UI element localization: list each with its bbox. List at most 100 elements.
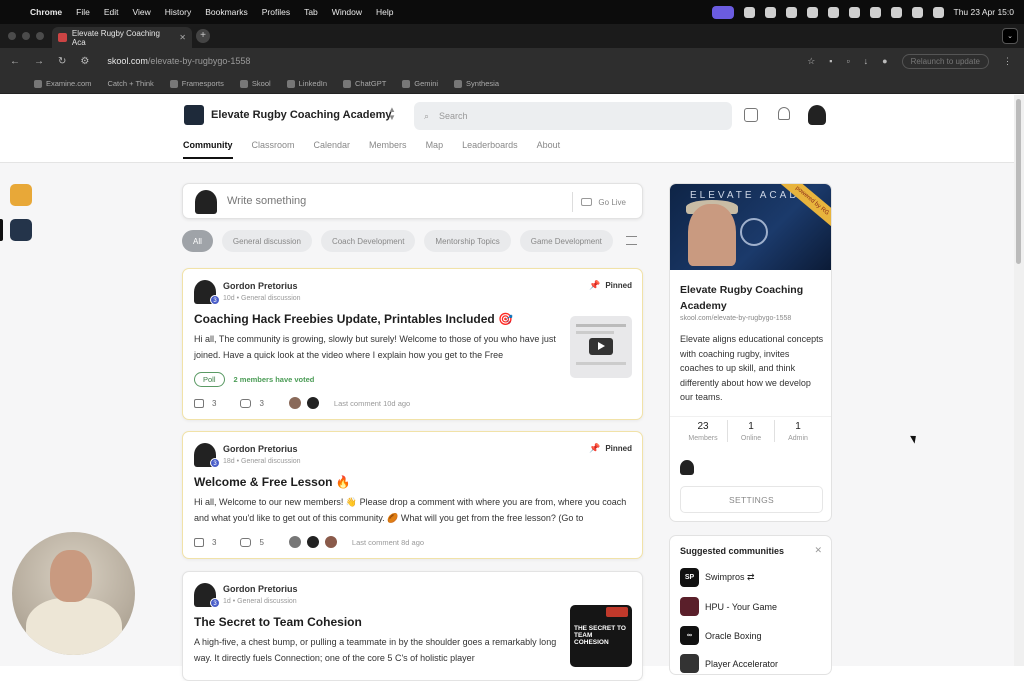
- url-field[interactable]: skool.com/elevate-by-rugbygo-1558: [107, 56, 250, 66]
- menu-tab[interactable]: Tab: [304, 7, 318, 17]
- community-switch-icon[interactable]: [10, 219, 32, 241]
- reload-icon[interactable]: ↻: [58, 56, 66, 67]
- bookmark-star-icon[interactable]: ☆: [807, 56, 815, 67]
- webcam-overlay[interactable]: [12, 532, 135, 655]
- notifications-bell-icon[interactable]: [778, 107, 790, 120]
- menu-profiles[interactable]: Profiles: [262, 7, 290, 17]
- menu-view[interactable]: View: [132, 7, 150, 17]
- post-title[interactable]: The Secret to Team Cohesion: [194, 615, 362, 629]
- tab-leaderboards[interactable]: Leaderboards: [462, 140, 518, 159]
- stat-admin[interactable]: 1 Admin: [775, 421, 821, 442]
- clock[interactable]: Thu 23 Apr 15:0: [954, 7, 1015, 17]
- settings-button[interactable]: SETTINGS: [680, 486, 823, 513]
- video-thumbnail[interactable]: [570, 316, 632, 378]
- wifi-icon[interactable]: [890, 6, 902, 18]
- status-icon[interactable]: [764, 6, 776, 18]
- post-card[interactable]: 3 Gordon Pretorius 10d • General discuss…: [182, 268, 643, 420]
- status-icon[interactable]: [785, 6, 797, 18]
- tab-members[interactable]: Members: [369, 140, 407, 159]
- suggested-item[interactable]: ∞ Oracle Boxing: [680, 626, 762, 645]
- bookmark-item[interactable]: Skool: [239, 79, 271, 88]
- filter-general-discussion[interactable]: General discussion: [221, 230, 312, 252]
- suggested-item[interactable]: HPU - Your Game: [680, 597, 777, 616]
- minimize-window-icon[interactable]: [22, 32, 30, 40]
- user-avatar[interactable]: [808, 105, 826, 125]
- go-live-button[interactable]: Go Live: [572, 192, 634, 212]
- close-icon[interactable]: ✕: [814, 545, 822, 556]
- browser-tab[interactable]: Elevate Rugby Coaching Aca ✕: [52, 27, 192, 48]
- tab-map[interactable]: Map: [426, 140, 444, 159]
- filter-mentorship-topics[interactable]: Mentorship Topics: [424, 230, 511, 252]
- member-avatar[interactable]: [680, 460, 694, 475]
- menu-window[interactable]: Window: [332, 7, 362, 17]
- status-icon[interactable]: [806, 6, 818, 18]
- stat-members[interactable]: 23 Members: [680, 421, 726, 442]
- search-input[interactable]: ⌕ Search: [414, 102, 732, 130]
- like-icon[interactable]: [194, 398, 204, 408]
- post-body[interactable]: Hi all, The community is growing, slowly…: [194, 331, 559, 363]
- post-card[interactable]: 3 Gordon Pretorius 1d • General discussi…: [182, 571, 643, 681]
- comment-icon[interactable]: [240, 537, 252, 547]
- post-author[interactable]: Gordon Pretorius: [223, 281, 298, 291]
- community-name[interactable]: Elevate Rugby Coaching Academy: [211, 109, 392, 121]
- download-icon[interactable]: ↓: [864, 56, 869, 66]
- bookmark-item[interactable]: Framesports: [169, 79, 224, 88]
- community-banner[interactable]: ELEVATE ACADE powered by RG: [670, 184, 831, 270]
- post-author[interactable]: Gordon Pretorius: [223, 584, 298, 594]
- play-icon[interactable]: [848, 6, 860, 18]
- close-window-icon[interactable]: [8, 32, 16, 40]
- status-icon[interactable]: [743, 6, 755, 18]
- profile-icon[interactable]: ●: [882, 56, 887, 66]
- commenter-avatar[interactable]: [287, 396, 302, 410]
- post-title[interactable]: Coaching Hack Freebies Update, Printable…: [194, 312, 513, 326]
- menu-app-name[interactable]: Chrome: [30, 7, 62, 17]
- commenter-avatar[interactable]: [323, 535, 338, 549]
- community-switch-icon[interactable]: [10, 184, 32, 206]
- bookmark-item[interactable]: Examine.com: [34, 79, 91, 88]
- like-icon[interactable]: [194, 537, 204, 547]
- close-tab-icon[interactable]: ✕: [179, 33, 186, 42]
- bookmark-item[interactable]: Synthesia: [454, 79, 499, 88]
- forward-icon[interactable]: →: [34, 56, 44, 67]
- filter-settings-icon[interactable]: [626, 236, 637, 245]
- post-author[interactable]: Gordon Pretorius: [223, 444, 298, 454]
- battery-icon[interactable]: [869, 6, 881, 18]
- comment-icon[interactable]: [240, 398, 252, 408]
- menu-history[interactable]: History: [165, 7, 191, 17]
- site-info-icon[interactable]: ⚙: [80, 56, 89, 67]
- community-logo[interactable]: [184, 105, 204, 125]
- poll-tag[interactable]: Poll: [194, 372, 225, 387]
- relaunch-button[interactable]: Relaunch to update: [901, 53, 989, 69]
- tab-calendar[interactable]: Calendar: [314, 140, 351, 159]
- post-title[interactable]: Welcome & Free Lesson 🔥: [194, 475, 351, 489]
- suggested-item[interactable]: Player Accelerator: [680, 654, 778, 673]
- commenter-avatar[interactable]: [305, 535, 320, 549]
- menu-edit[interactable]: Edit: [104, 7, 119, 17]
- cloud-icon[interactable]: [827, 6, 839, 18]
- status-app-icon[interactable]: [711, 5, 734, 19]
- tab-community[interactable]: Community: [183, 140, 233, 159]
- control-center-icon[interactable]: [932, 6, 944, 18]
- commenter-avatar[interactable]: [305, 396, 320, 410]
- bookmark-item[interactable]: Gemini: [402, 79, 438, 88]
- menu-bookmarks[interactable]: Bookmarks: [205, 7, 248, 17]
- suggested-item[interactable]: SP Swimpros ⇄: [680, 568, 755, 587]
- tab-search-button[interactable]: ⌄: [1002, 28, 1018, 44]
- tab-about[interactable]: About: [537, 140, 561, 159]
- commenter-avatar[interactable]: [287, 535, 302, 549]
- poll-votes[interactable]: 2 members have voted: [234, 375, 315, 384]
- post-card[interactable]: 3 Gordon Pretorius 18d • General discuss…: [182, 431, 643, 559]
- tab-classroom[interactable]: Classroom: [252, 140, 295, 159]
- filter-coach-development[interactable]: Coach Development: [320, 230, 416, 252]
- post-composer[interactable]: Write something Go Live: [182, 183, 643, 219]
- bookmark-item[interactable]: LinkedIn: [286, 79, 327, 88]
- bookmark-item[interactable]: Catch + Think: [107, 79, 153, 88]
- more-menu-icon[interactable]: ⋮: [1003, 56, 1012, 67]
- community-switcher-icon[interactable]: ▲ ▼: [388, 106, 396, 122]
- bookmark-item[interactable]: ChatGPT: [343, 79, 386, 88]
- post-thumbnail[interactable]: THE SECRET TO TEAM COHESION: [570, 605, 632, 667]
- extension-icon[interactable]: ▪: [829, 56, 832, 66]
- extensions-icon[interactable]: ▫: [846, 56, 849, 66]
- filter-all[interactable]: All: [182, 230, 213, 252]
- scrollbar-thumb[interactable]: [1016, 99, 1021, 264]
